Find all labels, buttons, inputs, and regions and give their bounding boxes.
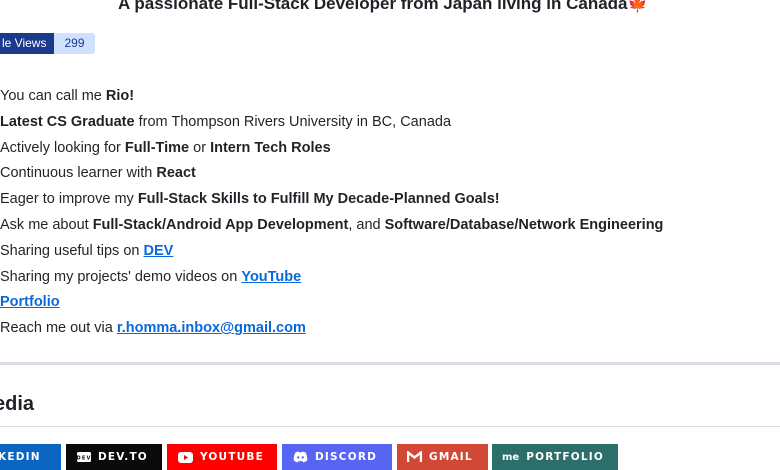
emphasis-text: Full-Time — [124, 139, 190, 156]
about-list-item: Reach me out via r.homma.inbox@gmail.com — [0, 316, 663, 342]
item-text: You can call me — [0, 88, 106, 104]
heading-underline — [0, 426, 780, 427]
emphasis-text: Full-Stack/Android App Development — [92, 216, 349, 233]
views-badge-count: 299 — [54, 33, 95, 54]
about-list-item: Sharing useful tips on DEV — [0, 239, 663, 265]
gmail-badge-label: GMAIL — [429, 451, 473, 463]
inline-link[interactable]: Portfolio — [0, 294, 60, 310]
about-list-item: Sharing my projects' demo videos on YouT… — [0, 265, 663, 291]
about-list-item: You can call me Rio! — [0, 84, 663, 110]
item-text: Reach me out via — [0, 320, 117, 337]
emphasis-text: Intern Tech Roles — [210, 139, 331, 156]
inline-link[interactable]: DEV — [143, 243, 173, 259]
subtitle-text: A passionate Full-Stack Developer from J… — [118, 0, 628, 13]
about-list-item: Latest CS Graduate from Thompson Rivers … — [0, 110, 663, 136]
emphasis-text: Software/Database/Network Engineering — [384, 216, 664, 233]
emphasis-text: Rio! — [105, 88, 135, 104]
devto-icon: DEV — [77, 452, 91, 462]
section-divider — [0, 362, 780, 365]
about-list-item: Actively looking for Full-Time or Intern… — [0, 136, 663, 162]
about-me-icon: me — [502, 451, 520, 463]
discord-badge[interactable]: DISCORD — [282, 444, 392, 470]
portfolio-badge-label: PORTFOLIO — [526, 451, 605, 463]
youtube-badge[interactable]: YOUTUBE — [167, 444, 277, 470]
item-text: or — [189, 139, 211, 156]
youtube-badge-label: YOUTUBE — [200, 451, 264, 463]
item-text: Eager to improve my — [0, 191, 138, 208]
profile-views-badge[interactable]: le Views 299 — [0, 33, 95, 54]
item-text: , and — [348, 216, 385, 233]
item-text: Continuous learner with — [0, 165, 157, 182]
canada-maple-leaf-icon: 🍁 — [627, 0, 648, 13]
devto-badge-label: DEV.TO — [98, 451, 148, 463]
youtube-icon — [178, 451, 193, 463]
emphasis-text: Full-Stack Skills to Fulfill My Decade-P… — [137, 191, 500, 208]
profile-subtitle: A passionate Full-Stack Developer from J… — [118, 0, 718, 14]
about-list-item: Eager to improve my Full-Stack Skills to… — [0, 187, 663, 213]
about-list-item: Portfolio — [0, 290, 663, 316]
linkedin-badge[interactable]: KEDIN — [0, 444, 61, 470]
devto-badge[interactable]: DEV DEV.TO — [66, 444, 162, 470]
item-text: Sharing useful tips on — [0, 242, 144, 259]
svg-text:DEV: DEV — [77, 455, 91, 461]
gmail-icon — [407, 451, 422, 463]
section-heading-social-media: edia — [0, 393, 35, 415]
about-list-item: Continuous learner with React — [0, 161, 663, 187]
inline-link[interactable]: YouTube — [241, 269, 301, 285]
gmail-badge[interactable]: GMAIL — [397, 444, 488, 470]
about-list-item: Ask me about Full-Stack/Android App Deve… — [0, 213, 663, 239]
emphasis-text: Latest CS Graduate — [0, 113, 135, 130]
portfolio-badge[interactable]: me PORTFOLIO — [492, 444, 618, 470]
about-list: You can call me Rio! Latest CS Graduate f… — [0, 84, 663, 342]
emphasis-text: React — [156, 165, 196, 182]
discord-icon — [293, 451, 308, 463]
views-badge-label: le Views — [0, 33, 55, 54]
item-text: Ask me about — [0, 216, 93, 233]
item-text: Sharing my projects' demo videos on — [0, 268, 242, 285]
linkedin-badge-label: KEDIN — [0, 451, 41, 463]
item-text: from Thompson Rivers University in BC, C… — [134, 113, 452, 130]
item-text: Actively looking for — [0, 139, 125, 156]
inline-link[interactable]: r.homma.inbox@gmail.com — [117, 320, 306, 336]
discord-badge-label: DISCORD — [315, 451, 378, 463]
